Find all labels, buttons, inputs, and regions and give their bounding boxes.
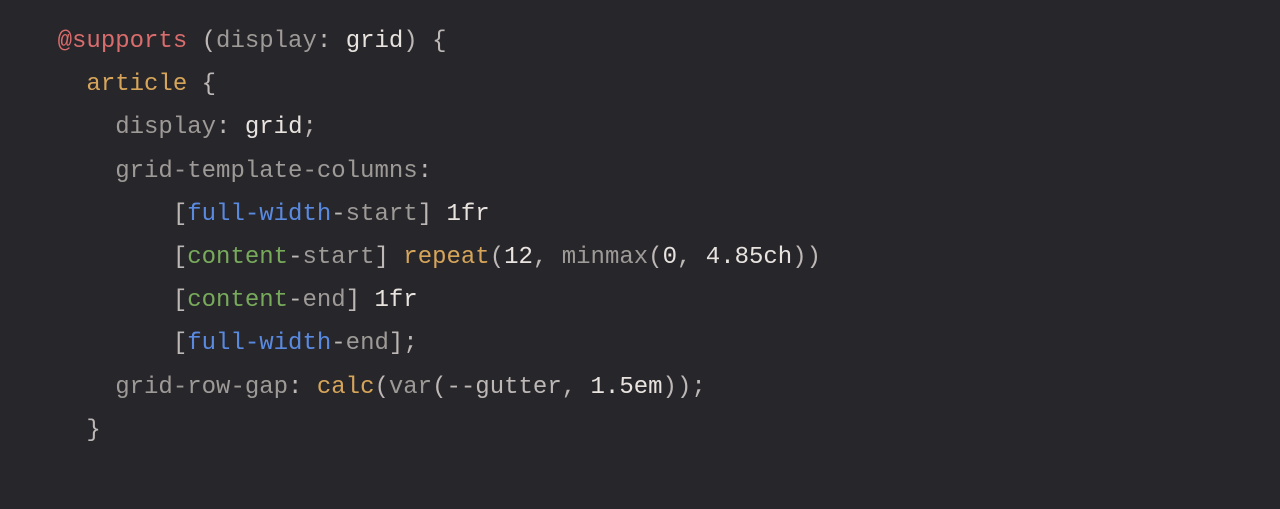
colon: :: [418, 158, 432, 185]
repeat-count: 12: [504, 244, 533, 271]
fn-repeat: repeat: [403, 244, 489, 271]
comma: ,: [677, 244, 691, 271]
condition-prop: display: [216, 28, 317, 55]
selector: article: [86, 71, 187, 98]
line-name-end: end: [346, 330, 389, 357]
paren-open: (: [490, 244, 504, 271]
property-grg: grid-row-gap: [115, 374, 288, 401]
line-name-start: start: [302, 244, 374, 271]
paren-open: (: [374, 374, 388, 401]
track-size-1fr: 1fr: [375, 287, 418, 314]
bracket-open: [: [173, 201, 187, 228]
paren-close: ): [677, 374, 691, 401]
colon: :: [317, 28, 331, 55]
paren-close: ): [663, 374, 677, 401]
dash: -: [288, 287, 302, 314]
line-name-end: end: [302, 287, 345, 314]
bracket-open: [: [173, 244, 187, 271]
colon: :: [216, 114, 230, 141]
line-name-content: content: [187, 244, 288, 271]
var-fallback: 1.5em: [591, 374, 663, 401]
dash: -: [331, 201, 345, 228]
at-rule: @supports: [58, 28, 188, 55]
paren-close: ): [792, 244, 806, 271]
semicolon: ;: [302, 114, 316, 141]
fn-calc: calc: [317, 374, 375, 401]
comma: ,: [562, 374, 576, 401]
code-block: @supports (display: grid) { article { di…: [0, 0, 1280, 452]
brace-open: {: [202, 71, 216, 98]
bracket-close: ]: [346, 287, 360, 314]
paren-close: ): [807, 244, 821, 271]
paren-open: (: [202, 28, 216, 55]
dash: -: [288, 244, 302, 271]
dash: -: [331, 330, 345, 357]
value-grid: grid: [245, 114, 303, 141]
paren-open: (: [648, 244, 662, 271]
brace-close: }: [86, 417, 100, 444]
comma: ,: [533, 244, 547, 271]
line-name-content: content: [187, 287, 288, 314]
colon: :: [288, 374, 302, 401]
bracket-open: [: [173, 287, 187, 314]
line-name-full-width: full-width: [187, 330, 331, 357]
brace-open: {: [432, 28, 446, 55]
minmax-min: 0: [663, 244, 677, 271]
track-size-1fr: 1fr: [447, 201, 490, 228]
property-gtc: grid-template-columns: [115, 158, 417, 185]
bracket-open: [: [173, 330, 187, 357]
fn-var: var: [389, 374, 432, 401]
property-display: display: [115, 114, 216, 141]
paren-open: (: [432, 374, 446, 401]
minmax-max: 4.85ch: [706, 244, 792, 271]
paren-close: ): [403, 28, 417, 55]
semicolon: ;: [403, 330, 417, 357]
var-name-gutter: --gutter: [447, 374, 562, 401]
bracket-close: ]: [374, 244, 388, 271]
bracket-close: ]: [418, 201, 432, 228]
semicolon: ;: [691, 374, 705, 401]
line-name-full-width: full-width: [187, 201, 331, 228]
bracket-close: ]: [389, 330, 403, 357]
fn-minmax: minmax: [562, 244, 648, 271]
line-name-start: start: [346, 201, 418, 228]
condition-value: grid: [346, 28, 404, 55]
